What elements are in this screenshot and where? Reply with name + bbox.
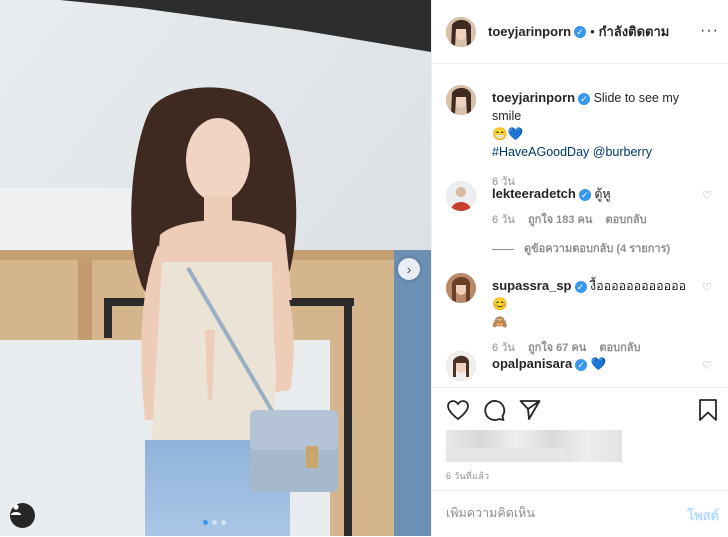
carousel-dots — [203, 520, 226, 525]
add-comment-input[interactable] — [446, 506, 666, 520]
post-photo[interactable]: › — [0, 0, 431, 536]
comment-avatar[interactable] — [446, 273, 476, 303]
posted-time: 6 วันที่แล้ว — [446, 471, 490, 481]
following-button[interactable]: กำลังติดตาม — [599, 21, 670, 42]
comment-age: 6 วัน — [492, 214, 515, 226]
verified-badge-icon: ✓ — [578, 188, 591, 201]
likes-count-blurred-line — [446, 448, 566, 462]
chevron-right-icon: › — [406, 261, 412, 277]
caption-avatar[interactable] — [446, 85, 476, 115]
mention-link[interactable]: @burberry — [593, 145, 652, 159]
view-replies-button[interactable]: ดูข้อความตอบกลับ (4 รายการ) — [492, 239, 670, 257]
comment-username[interactable]: opalpanisara — [492, 356, 572, 371]
comment-username[interactable]: supassra_sp — [492, 278, 572, 293]
post-comment-button[interactable]: โพสต์ — [687, 505, 719, 526]
reply-button[interactable]: ตอบกลับ — [599, 342, 640, 354]
comment-likes[interactable]: ถูกใจ 183 คน — [528, 214, 592, 226]
post-actions — [446, 398, 721, 424]
verified-badge-icon: ✓ — [574, 280, 587, 293]
carousel-next-button[interactable]: › — [398, 258, 420, 280]
comments-list[interactable]: toeyjarinporn ✓ Slide to see my smile 😁💙 … — [432, 65, 728, 388]
carousel-dot-active — [203, 520, 208, 525]
comment-likes[interactable]: ถูกใจ 67 คน — [528, 342, 586, 354]
comment-username[interactable]: lekteeradetch — [492, 186, 576, 201]
user-tag-icon — [11, 504, 21, 515]
more-icon[interactable]: ··· — [700, 22, 719, 40]
comment-body: opalpanisara ✓ 💙 — [492, 355, 692, 373]
add-comment-row: โพสต์ — [432, 490, 728, 537]
comment-text: 💙 — [590, 357, 607, 371]
bookmark-icon[interactable] — [696, 398, 720, 422]
verified-badge-icon: ✓ — [574, 25, 587, 38]
comment-like-heart-icon[interactable]: ♡ — [702, 189, 712, 202]
heart-icon[interactable] — [446, 398, 470, 422]
reply-button[interactable]: ตอบกลับ — [605, 214, 646, 226]
photo-illustration — [0, 0, 431, 536]
caption-username[interactable]: toeyjarinporn — [492, 90, 575, 105]
comment-text-emoji: 🙈 — [492, 315, 508, 329]
header-separator: • — [590, 24, 595, 39]
likes-count-blurred[interactable] — [446, 430, 622, 462]
verified-badge-icon: ✓ — [575, 358, 588, 371]
comment-avatar[interactable] — [446, 181, 476, 211]
comment-icon[interactable] — [482, 398, 506, 422]
carousel-dot — [212, 520, 217, 525]
post-header: toeyjarinporn ✓ • กำลังติดตาม ··· — [432, 0, 728, 64]
comment-meta: 6 วัน ถูกใจ 183 คน ตอบกลับ — [492, 211, 692, 229]
carousel-dot — [221, 520, 226, 525]
comment-body: supassra_sp ✓ งื้ออออออออออออ😊 🙈 6 วัน ถู… — [492, 277, 692, 357]
post-side-panel: toeyjarinporn ✓ • กำลังติดตาม ··· toeyja… — [431, 0, 728, 536]
user-tag-button[interactable] — [10, 503, 35, 528]
share-icon[interactable] — [518, 398, 542, 422]
caption-body: toeyjarinporn ✓ Slide to see my smile 😁💙 … — [492, 89, 692, 191]
verified-badge-icon: ✓ — [578, 92, 591, 105]
instagram-post-view: › toeyjarinporn ✓ • กำลังติดตาม ··· toey… — [0, 0, 728, 536]
comment-text: ตู้หู — [594, 187, 611, 201]
caption-emoji: 😁💙 — [492, 127, 524, 141]
hashtag-link[interactable]: #HaveAGoodDay — [492, 145, 589, 159]
header-avatar[interactable] — [446, 16, 476, 47]
comment-like-heart-icon[interactable]: ♡ — [702, 359, 712, 372]
comment-body: lekteeradetch ✓ ตู้หู 6 วัน ถูกใจ 183 คน … — [492, 185, 692, 229]
comment-avatar[interactable] — [446, 351, 476, 381]
comment-age: 6 วัน — [492, 342, 515, 354]
header-username[interactable]: toeyjarinporn — [488, 24, 571, 39]
comment-like-heart-icon[interactable]: ♡ — [702, 281, 712, 294]
